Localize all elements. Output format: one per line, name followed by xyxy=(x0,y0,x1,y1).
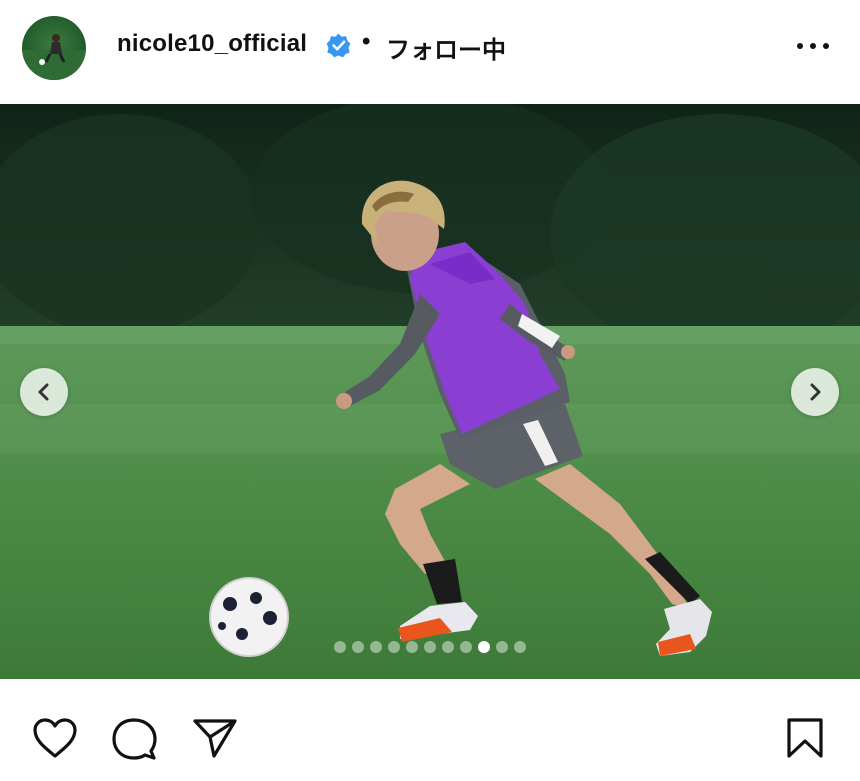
username-link[interactable]: nicole10_official xyxy=(117,30,307,58)
carousel-dot xyxy=(514,641,526,653)
more-options-icon[interactable] xyxy=(795,34,831,58)
carousel-dot xyxy=(406,641,418,653)
paper-plane-icon[interactable] xyxy=(192,717,238,759)
carousel-dot xyxy=(334,641,346,653)
following-button[interactable]: フォロー中 xyxy=(386,30,506,65)
post-actions xyxy=(0,679,860,781)
carousel-prev-button[interactable] xyxy=(20,368,68,416)
post-header: nicole10_official • フォロー中 xyxy=(0,0,860,104)
soccer-training-photo xyxy=(0,104,860,679)
comment-bubble-icon[interactable] xyxy=(111,717,157,761)
carousel-dot xyxy=(424,641,436,653)
chevron-right-icon xyxy=(810,383,821,401)
verified-badge-icon xyxy=(326,33,351,58)
carousel-dot xyxy=(460,641,472,653)
bookmark-icon[interactable] xyxy=(786,717,824,759)
carousel-dot xyxy=(352,641,364,653)
carousel-indicator xyxy=(0,640,860,653)
heart-icon[interactable] xyxy=(32,717,78,759)
carousel-dot xyxy=(442,641,454,653)
carousel-dot xyxy=(388,641,400,653)
carousel-next-button[interactable] xyxy=(791,368,839,416)
profile-avatar[interactable] xyxy=(22,16,86,80)
carousel-dot xyxy=(496,641,508,653)
chevron-left-icon xyxy=(38,383,49,401)
separator-dot: • xyxy=(362,28,371,55)
post-photo[interactable] xyxy=(0,104,860,679)
carousel-dot xyxy=(370,641,382,653)
carousel-dot-active xyxy=(478,641,490,653)
